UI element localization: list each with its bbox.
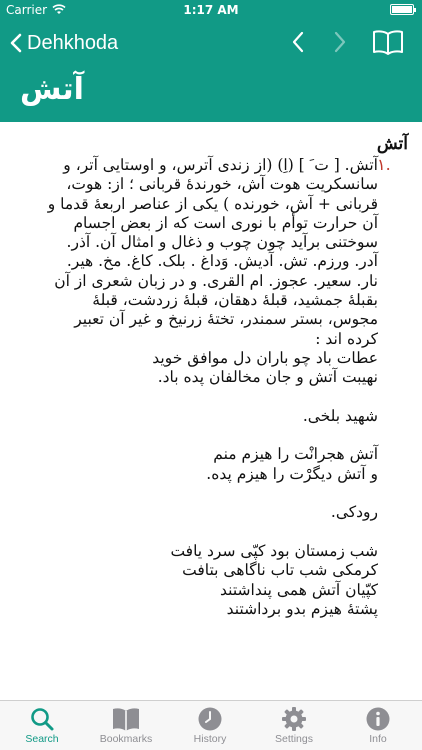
tab-info[interactable]: Info xyxy=(336,701,420,750)
book-button[interactable] xyxy=(372,29,404,59)
search-icon xyxy=(31,708,54,731)
tab-settings[interactable]: Settings xyxy=(252,701,336,750)
sense-number: ۱. xyxy=(377,155,391,174)
navigation-bar: Dehkhoda xyxy=(0,20,422,66)
entry-title: آتش xyxy=(20,72,84,107)
settings-icon xyxy=(282,707,306,731)
previous-entry-button[interactable] xyxy=(291,31,305,57)
tab-search-label: Search xyxy=(25,733,59,745)
chevron-left-icon xyxy=(292,31,304,53)
status-time: 1:17 AM xyxy=(183,3,239,17)
history-icon xyxy=(198,707,222,731)
back-button[interactable]: Dehkhoda xyxy=(10,29,118,57)
bookmarks-icon xyxy=(113,708,139,731)
info-icon xyxy=(366,707,390,731)
entry-title-band: آتش xyxy=(0,66,422,122)
tab-history[interactable]: History xyxy=(168,701,252,750)
tab-settings-label: Settings xyxy=(275,733,313,745)
chevron-left-icon xyxy=(10,33,22,53)
tab-search[interactable]: Search xyxy=(0,701,84,750)
entry-definition-text: آتش. [ ت َ ] (اِ) (از زندی آترس، و اوستا… xyxy=(47,156,378,618)
chevron-right-icon xyxy=(334,31,346,53)
next-entry-button[interactable] xyxy=(333,31,347,57)
status-bar: Carrier 1:17 AM xyxy=(0,0,422,20)
entry-headword: آتش xyxy=(376,134,408,154)
book-icon xyxy=(373,30,403,55)
tab-bookmarks-label: Bookmarks xyxy=(99,733,153,745)
entry-content[interactable]: آتش ۱. آتش. [ ت َ ] (اِ) (از زندی آترس، … xyxy=(0,122,422,700)
battery-icon xyxy=(390,4,416,15)
tab-info-label: Info xyxy=(369,733,387,745)
tab-bar: Search Bookmarks History Settings Info xyxy=(0,700,422,750)
tab-bookmarks[interactable]: Bookmarks xyxy=(84,701,168,750)
tab-history-label: History xyxy=(193,733,227,745)
back-button-label: Dehkhoda xyxy=(27,31,119,54)
